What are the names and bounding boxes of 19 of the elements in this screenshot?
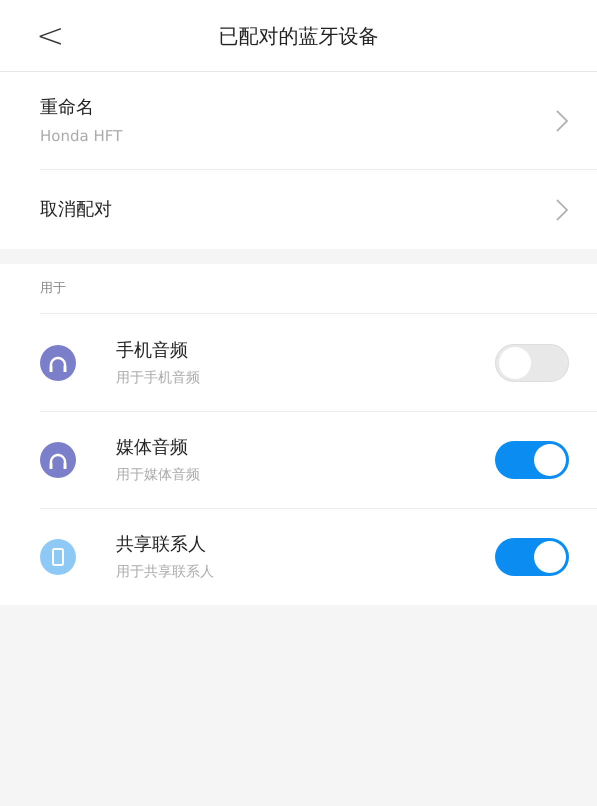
- chevron-right-icon: [555, 198, 569, 222]
- option-subtitle: 用于共享联系人: [116, 563, 215, 582]
- menu-label: 取消配对: [40, 198, 112, 222]
- option-subtitle: 用于媒体音频: [116, 466, 201, 485]
- option-title: 共享联系人: [116, 533, 207, 557]
- toggle-switch[interactable]: [495, 538, 569, 576]
- menu-item[interactable]: 取消配对: [40, 169, 597, 249]
- option-title: 手机音频: [116, 338, 189, 362]
- menu-value: Honda HFT: [40, 126, 122, 147]
- option-subtitle: 用于手机音频: [116, 368, 201, 388]
- menu-item[interactable]: 重命名 Honda HFT: [40, 72, 597, 169]
- section-label: 用于: [40, 280, 66, 298]
- back-button[interactable]: <: [36, 18, 64, 52]
- toggle-switch[interactable]: [495, 441, 569, 479]
- page-title: 已配对的蓝牙设备: [218, 22, 378, 50]
- toggle-switch[interactable]: [495, 344, 569, 382]
- menu-label: 重命名: [40, 96, 95, 120]
- option-title: 媒体音频: [116, 436, 189, 460]
- chevron-right-icon: [555, 108, 569, 132]
